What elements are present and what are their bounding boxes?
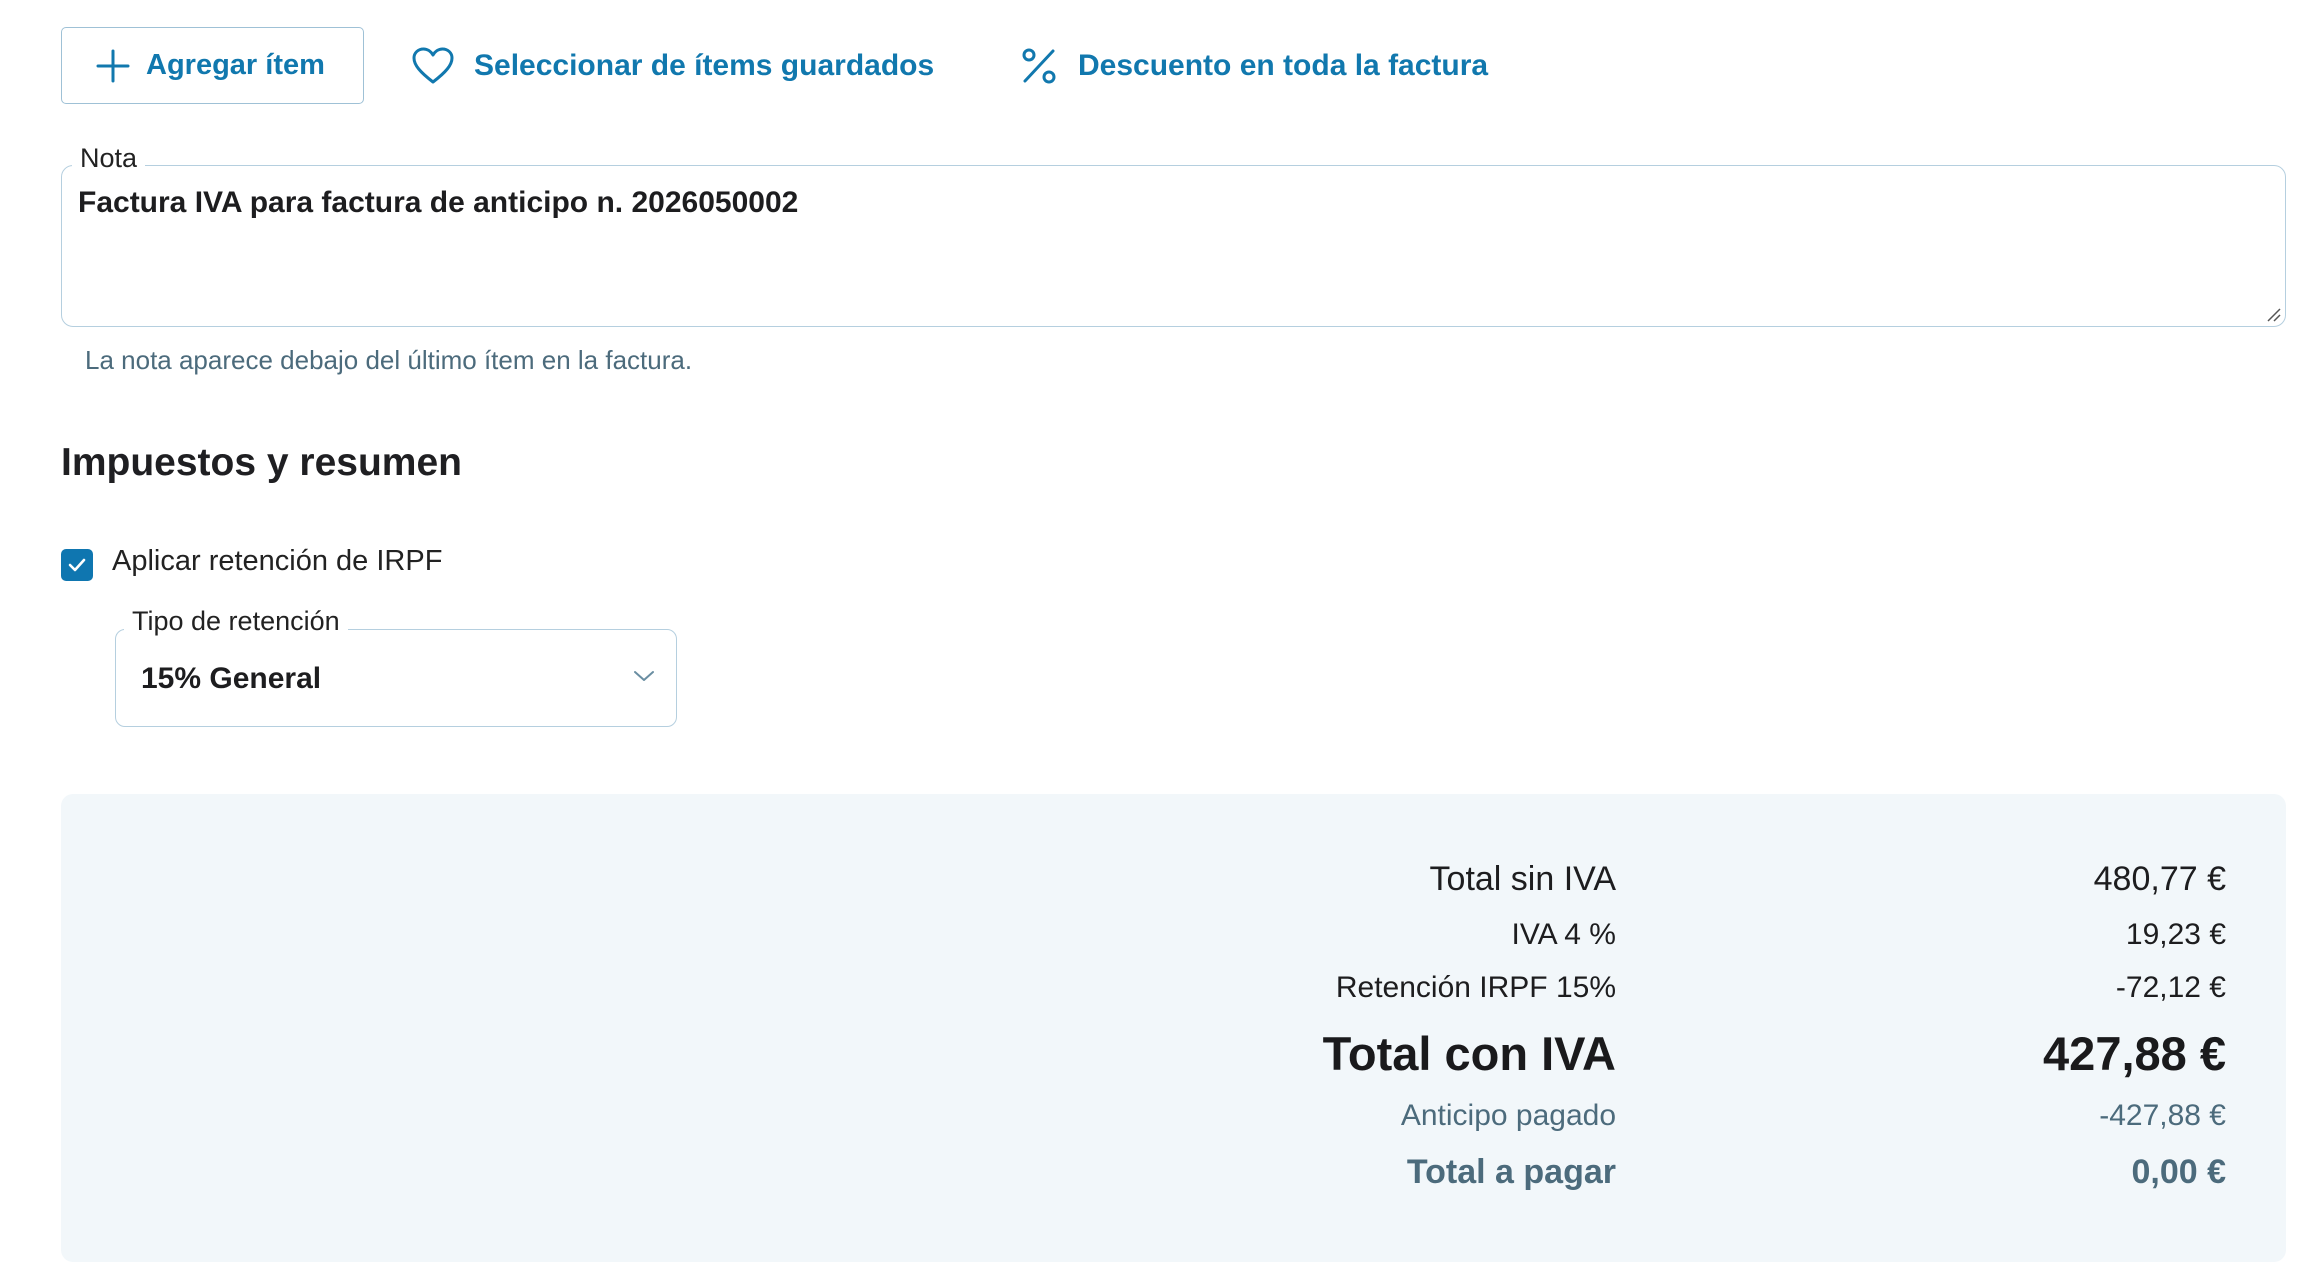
- note-help-text: La nota aparece debajo del último ítem e…: [85, 345, 693, 375]
- amount-due-label: Total a pagar: [1406, 1153, 1616, 1191]
- heart-icon: [412, 47, 454, 84]
- select-saved-items-label: Seleccionar de ítems guardados: [474, 49, 935, 82]
- retention-type-value: 15% General: [141, 662, 322, 695]
- subtotal-value: 480,77 €: [2093, 860, 2226, 898]
- resize-handle-icon[interactable]: [2265, 306, 2281, 322]
- note-value: Factura IVA para factura de anticipo n. …: [78, 186, 799, 219]
- irpf-value: -72,12 €: [2115, 971, 2226, 1004]
- add-item-button[interactable]: Agregar ítem: [61, 27, 364, 104]
- irpf-label: Retención IRPF 15%: [1335, 971, 1616, 1004]
- add-item-label: Agregar ítem: [146, 49, 325, 81]
- amount-due-value: 0,00 €: [2131, 1153, 2226, 1191]
- advance-paid-value: -427,88 €: [2099, 1099, 2226, 1132]
- invoice-discount-button[interactable]: Descuento en toda la factura: [1020, 38, 1488, 94]
- chevron-down-icon: [634, 671, 654, 681]
- total-value: 427,88 €: [2043, 1027, 2226, 1080]
- plus-icon: [96, 49, 130, 82]
- invoice-discount-label: Descuento en toda la factura: [1078, 49, 1489, 82]
- advance-paid-label: Anticipo pagado: [1400, 1099, 1616, 1132]
- irpf-checkbox[interactable]: [61, 549, 93, 581]
- vat-label: IVA 4 %: [1511, 918, 1616, 951]
- irpf-checkbox-label[interactable]: Aplicar retención de IRPF: [112, 545, 442, 578]
- check-icon: [68, 558, 86, 572]
- select-saved-items-button[interactable]: Seleccionar de ítems guardados: [412, 38, 934, 94]
- subtotal-label: Total sin IVA: [1429, 860, 1616, 898]
- taxes-section-title: Impuestos y resumen: [61, 441, 462, 484]
- percent-icon: [1022, 48, 1056, 84]
- note-label: Nota: [72, 143, 146, 174]
- total-label: Total con IVA: [1322, 1027, 1616, 1080]
- vat-value: 19,23 €: [2125, 918, 2226, 951]
- summary-panel: [61, 794, 2286, 1262]
- retention-type-label: Tipo de retención: [124, 606, 348, 637]
